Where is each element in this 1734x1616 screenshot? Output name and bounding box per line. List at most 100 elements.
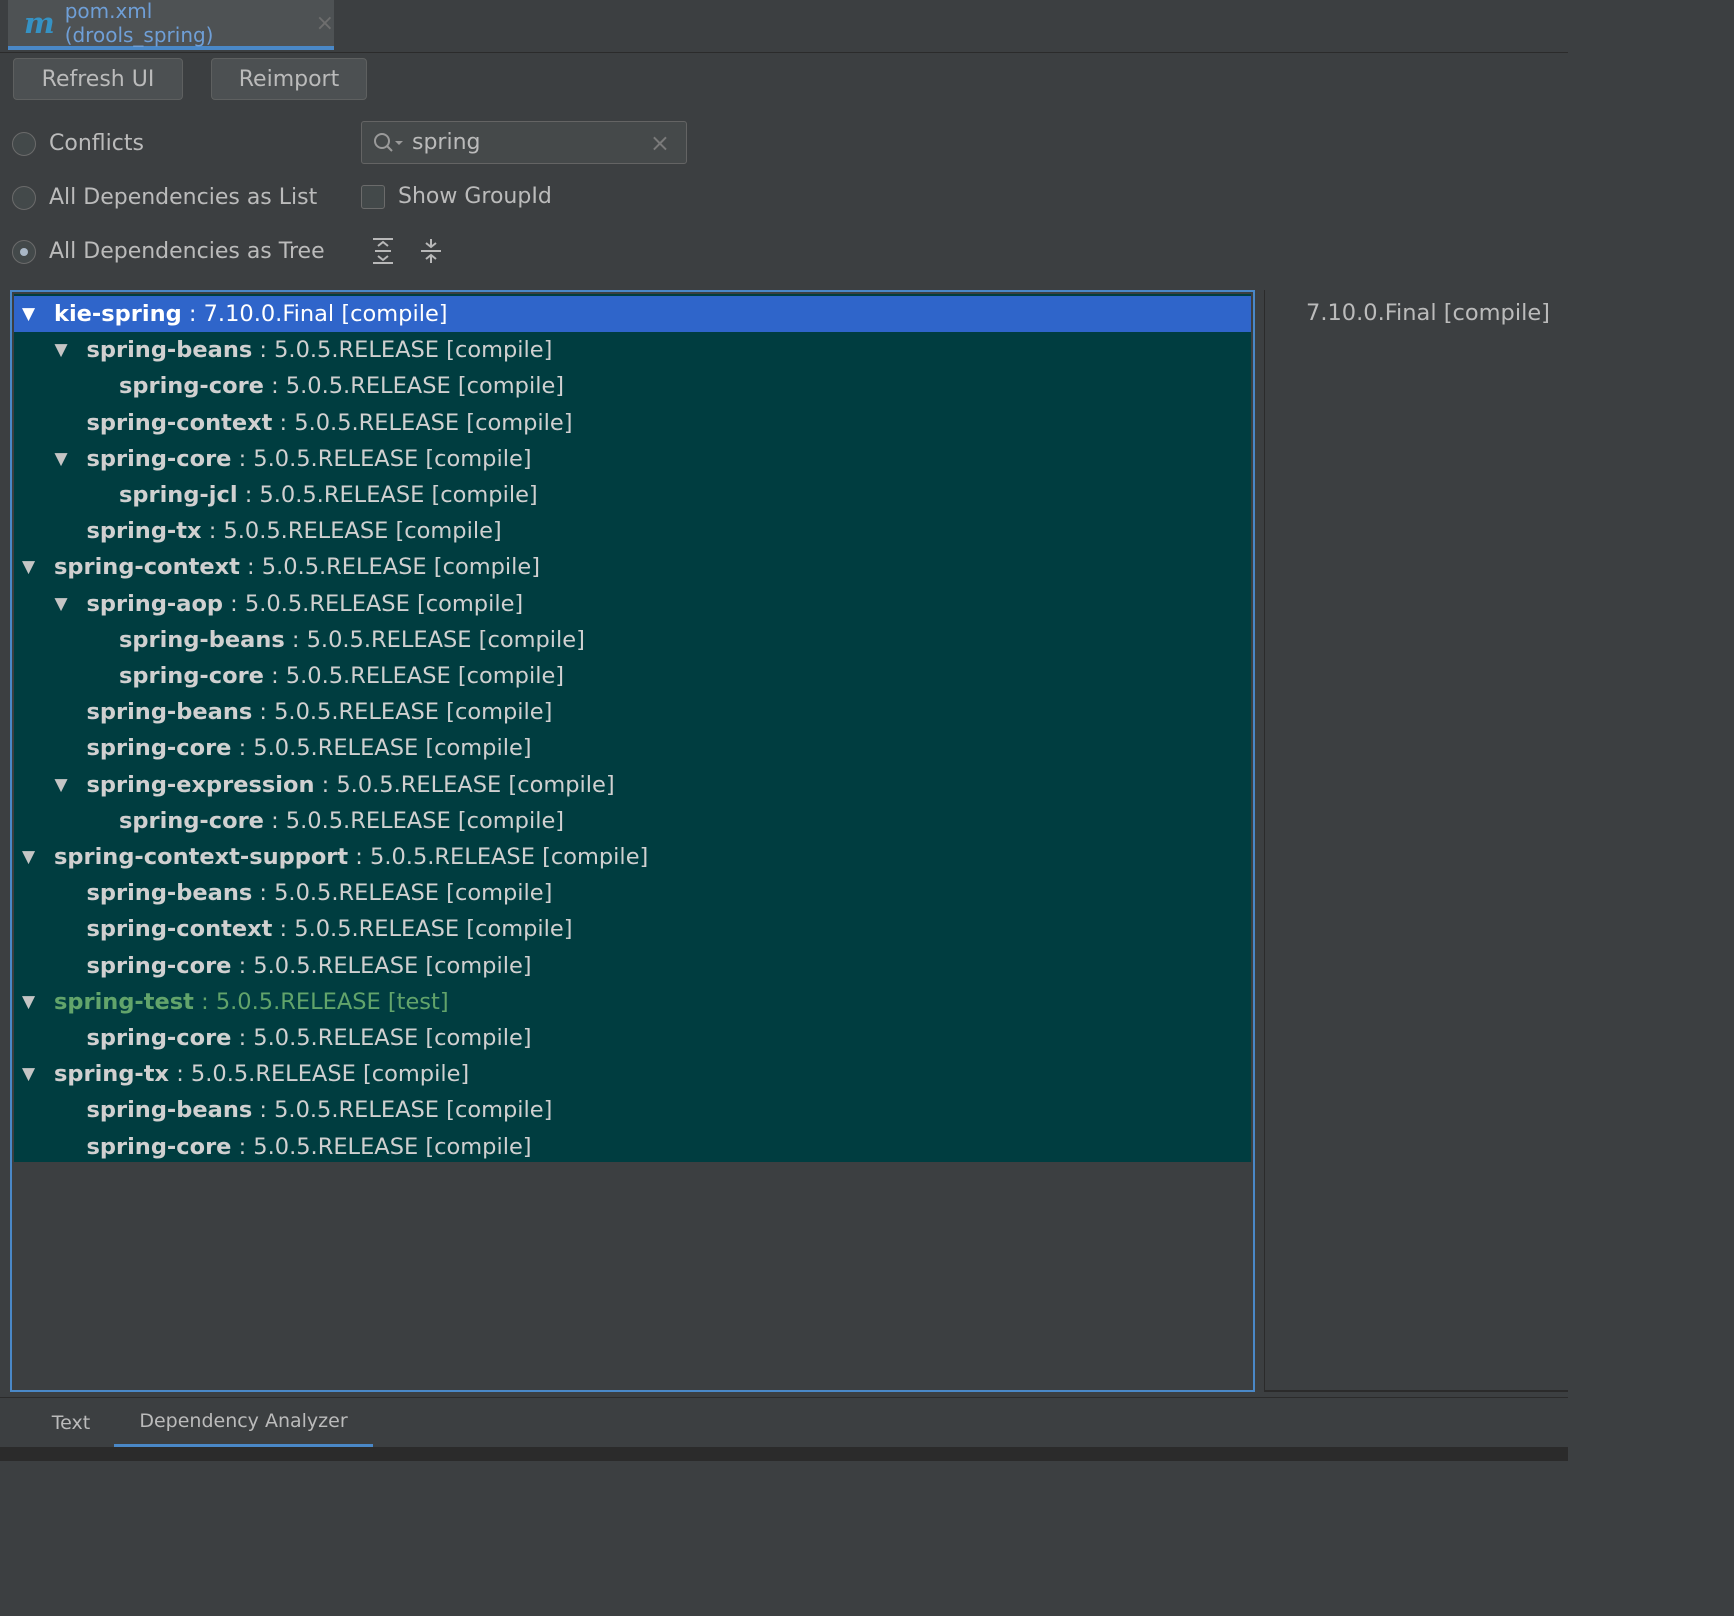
radio-circle[interactable] (12, 131, 36, 156)
artifact-version: : 5.0.5.RELEASE [compile] (284, 626, 585, 653)
tree-row-label: spring-context : 5.0.5.RELEASE [compile] (87, 410, 573, 436)
artifact-name: spring-core (119, 663, 264, 689)
tree-row[interactable]: spring-beans : 5.0.5.RELEASE [compile] (14, 1092, 1251, 1128)
show-groupid-label: Show GroupId (398, 184, 552, 209)
status-strip (0, 1447, 1568, 1461)
reimport-button[interactable]: Reimport (211, 58, 367, 100)
artifact-version: : 5.0.5.RELEASE [compile] (237, 482, 538, 508)
tree-row[interactable]: ▼ spring-expression : 5.0.5.RELEASE [comp… (14, 767, 1251, 803)
dependency-tree[interactable]: ▼ kie-spring : 7.10.0.Final [compile] ▼ spr… (10, 290, 1255, 1392)
refresh-ui-button[interactable]: Refresh UI (13, 58, 183, 100)
artifact-name: spring-context-support (54, 844, 349, 870)
tree-row-label: spring-core : 5.0.5.RELEASE [compile] (119, 808, 564, 834)
tree-row[interactable]: spring-beans : 5.0.5.RELEASE [compile] (14, 694, 1251, 730)
artifact-name: spring-core (86, 445, 232, 472)
artifact-version: : 5.0.5.RELEASE [compile] (252, 699, 553, 726)
tree-row[interactable]: spring-core : 5.0.5.RELEASE [compile] (14, 803, 1251, 839)
artifact-version: : 5.0.5.RELEASE [compile] (239, 554, 541, 581)
tree-row[interactable]: spring-core : 5.0.5.RELEASE [compile] (14, 658, 1251, 694)
expand-arrow-icon[interactable]: ▼ (55, 594, 68, 614)
tree-row[interactable]: ▼ spring-aop : 5.0.5.RELEASE [compile] (14, 586, 1251, 622)
tree-row[interactable]: spring-context : 5.0.5.RELEASE [compile] (14, 405, 1251, 441)
expand-arrow-icon[interactable]: ▼ (22, 557, 35, 577)
tree-row[interactable]: spring-jcl : 5.0.5.RELEASE [compile] (14, 477, 1251, 513)
tree-row[interactable]: spring-beans : 5.0.5.RELEASE [compile] (14, 622, 1251, 658)
artifact-name: spring-core (86, 1133, 232, 1160)
tree-row[interactable]: ▼ spring-core : 5.0.5.RELEASE [compile] (14, 441, 1251, 477)
expand-arrow-icon[interactable]: ▼ (55, 775, 68, 795)
tree-row[interactable]: spring-core : 5.0.5.RELEASE [compile] (14, 1020, 1251, 1056)
expand-all-icon[interactable] (371, 237, 395, 265)
radio-tree[interactable]: All Dependencies as Tree (12, 239, 325, 264)
radio-circle[interactable] (12, 185, 36, 210)
artifact-version: : 5.0.5.RELEASE [compile] (314, 771, 615, 798)
tree-row[interactable]: ▼ kie-spring : 7.10.0.Final [compile] (14, 296, 1251, 332)
artifact-name: spring-beans (86, 1097, 253, 1124)
tab-dependency-analyzer[interactable]: Dependency Analyzer (114, 1398, 373, 1448)
artifact-name: spring-core (119, 373, 264, 400)
tree-row-label: spring-beans : 5.0.5.RELEASE [compile] (87, 337, 553, 363)
radio-conflicts-label: Conflicts (49, 131, 144, 156)
artifact-version: : 5.0.5.RELEASE [compile] (231, 952, 532, 979)
checkbox-box[interactable] (361, 184, 385, 209)
radio-conflicts[interactable]: Conflicts (12, 131, 144, 156)
search-icon[interactable] (372, 131, 404, 155)
artifact-name: spring-test (54, 988, 194, 1015)
tree-row-label: spring-core : 5.0.5.RELEASE [compile] (87, 953, 532, 979)
artifact-name: spring-aop (86, 590, 224, 617)
tree-row[interactable]: spring-core : 5.0.5.RELEASE [compile] (14, 1129, 1251, 1165)
tree-row[interactable]: spring-beans : 5.0.5.RELEASE [compile] (14, 875, 1251, 911)
tree-row-label: spring-context-support : 5.0.5.RELEASE [… (54, 844, 648, 870)
expand-arrow-icon[interactable]: ▼ (22, 847, 35, 867)
tree-row-label: spring-beans : 5.0.5.RELEASE [compile] (87, 699, 553, 725)
clear-search-icon[interactable]: × (650, 129, 670, 157)
collapse-all-icon[interactable] (419, 237, 443, 265)
show-groupid-checkbox[interactable]: Show GroupId (361, 184, 552, 209)
artifact-version: : 5.0.5.RELEASE [compile] (252, 880, 553, 907)
expand-arrow-icon[interactable]: ▼ (55, 449, 68, 469)
artifact-version: : 5.0.5.RELEASE [compile] (263, 663, 565, 689)
tree-row-label: spring-beans : 5.0.5.RELEASE [compile] (119, 627, 585, 653)
artifact-version: : 5.0.5.RELEASE [compile] (223, 590, 524, 617)
search-field[interactable]: spring × (361, 121, 687, 164)
detail-version: 7.10.0.Final [compile] (1306, 300, 1550, 326)
tree-row-label: spring-context : 5.0.5.RELEASE [compile] (54, 554, 540, 580)
artifact-name: spring-core (86, 1025, 232, 1051)
radio-circle-selected[interactable] (12, 239, 36, 264)
tree-row[interactable]: spring-core : 5.0.5.RELEASE [compile] (14, 730, 1251, 766)
artifact-version: : 5.0.5.RELEASE [compile] (272, 409, 573, 436)
tree-row[interactable]: spring-core : 5.0.5.RELEASE [compile] (14, 368, 1251, 404)
search-input[interactable]: spring (412, 130, 650, 155)
artifact-name: spring-context (54, 554, 240, 581)
tree-row[interactable]: ▼ spring-tx : 5.0.5.RELEASE [compile] (14, 1056, 1251, 1092)
artifact-name: spring-context (86, 409, 273, 436)
tree-row-label: spring-tx : 5.0.5.RELEASE [compile] (54, 1061, 469, 1087)
radio-list-label: All Dependencies as List (49, 185, 318, 210)
artifact-name: spring-beans (119, 626, 285, 653)
radio-list[interactable]: All Dependencies as List (12, 185, 317, 210)
tree-row[interactable]: spring-context : 5.0.5.RELEASE [compile] (14, 911, 1251, 947)
expand-arrow-icon[interactable]: ▼ (55, 340, 68, 360)
tree-row[interactable]: ▼ spring-beans : 5.0.5.RELEASE [compile] (14, 332, 1251, 368)
tree-row[interactable]: spring-core : 5.0.5.RELEASE [compile] (14, 948, 1251, 984)
artifact-name: spring-beans (86, 337, 253, 364)
expand-arrow-icon[interactable]: ▼ (22, 992, 35, 1012)
tree-row-label: spring-tx : 5.0.5.RELEASE [compile] (87, 518, 502, 544)
tree-row[interactable]: ▼ spring-context : 5.0.5.RELEASE [compile… (14, 549, 1251, 585)
artifact-name: spring-context (86, 916, 273, 943)
close-icon[interactable]: × (316, 11, 334, 36)
tree-row[interactable]: spring-tx : 5.0.5.RELEASE [compile] (14, 513, 1251, 549)
tree-row-label: spring-core : 5.0.5.RELEASE [compile] (87, 1025, 532, 1051)
tree-row[interactable]: ▼ spring-test : 5.0.5.RELEASE [test] (14, 984, 1251, 1020)
artifact-name: spring-core (86, 735, 232, 762)
editor-tab-pom[interactable]: m pom.xml (drools_spring) × (8, 0, 334, 50)
tab-text[interactable]: Text (28, 1398, 114, 1448)
expand-arrow-icon[interactable]: ▼ (22, 304, 35, 324)
artifact-version: : 5.0.5.RELEASE [compile] (169, 1061, 470, 1088)
tree-row-label: spring-beans : 5.0.5.RELEASE [compile] (87, 1097, 553, 1123)
expand-arrow-icon[interactable]: ▼ (22, 1064, 35, 1084)
artifact-version: : 5.0.5.RELEASE [compile] (231, 735, 532, 762)
artifact-version: : 5.0.5.RELEASE [test] (193, 988, 449, 1015)
tree-row-label: spring-test : 5.0.5.RELEASE [test] (54, 989, 449, 1015)
tree-row[interactable]: ▼ spring-context-support : 5.0.5.RELEASE … (14, 839, 1251, 875)
